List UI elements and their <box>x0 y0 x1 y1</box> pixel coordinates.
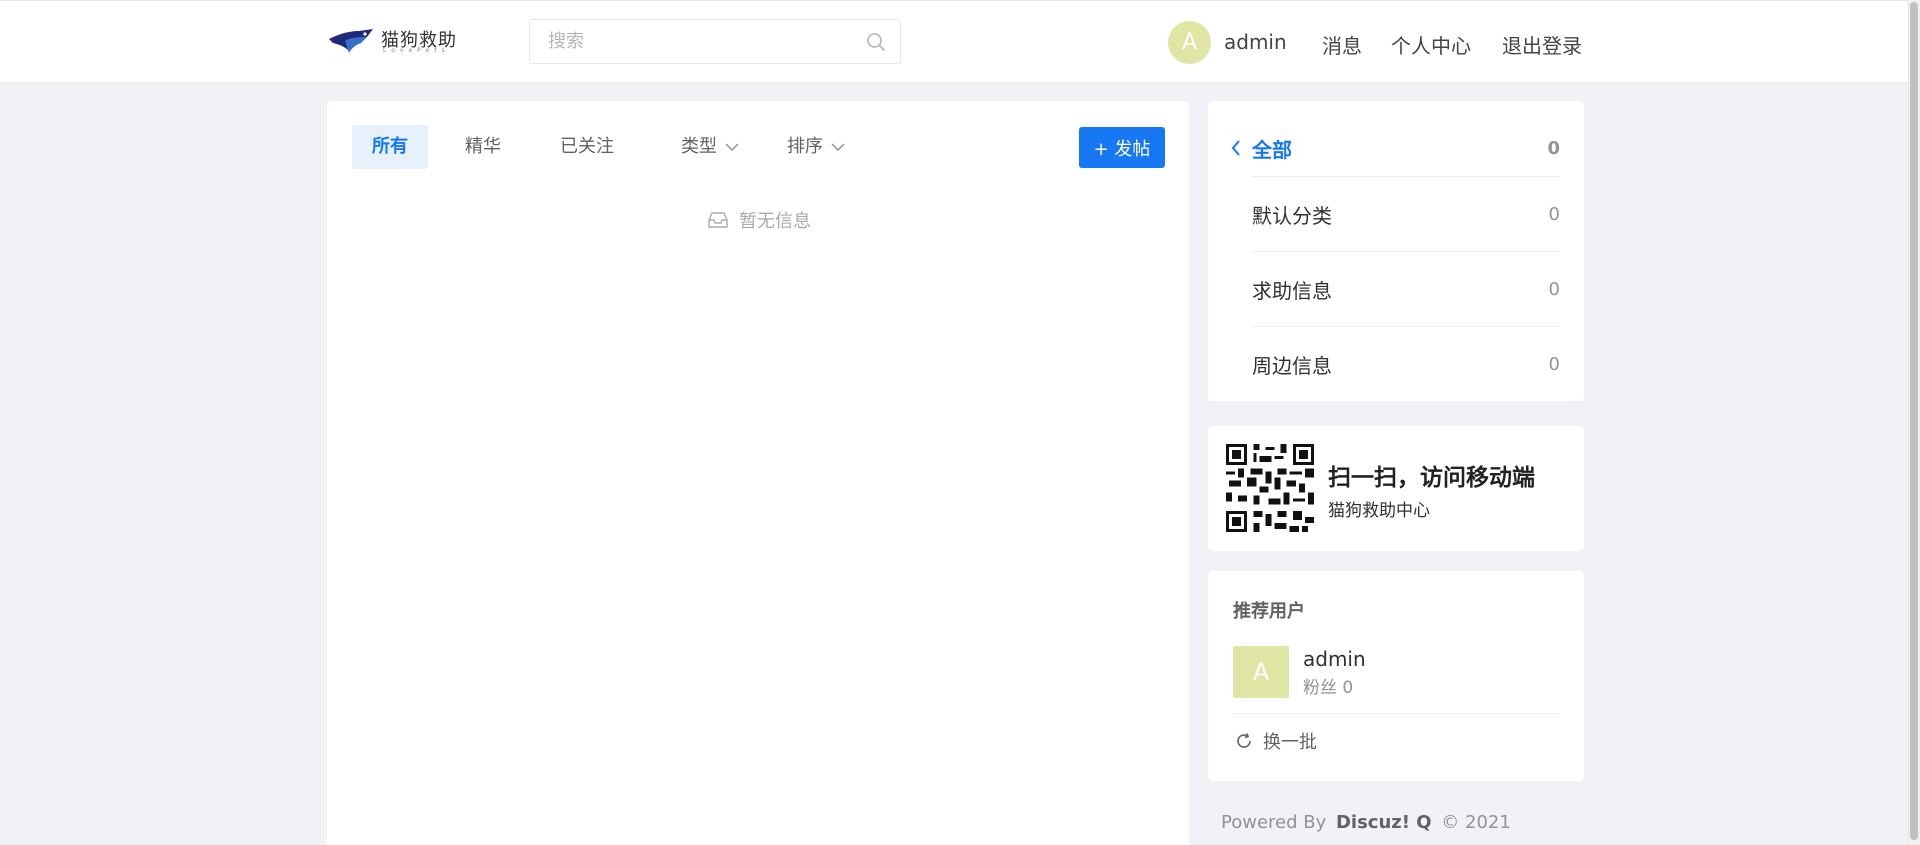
nav-profile[interactable]: 个人中心 <box>1391 30 1471 59</box>
site-logo[interactable]: 猫狗救助 LovePets <box>327 25 472 59</box>
recommended-user-avatar[interactable]: A <box>1233 646 1289 698</box>
top-header: 猫狗救助 LovePets A admin 消息 个人中心 退出登录 <box>0 0 1908 82</box>
qr-card: 扫一扫，访问移动端 猫狗救助中心 <box>1208 426 1584 551</box>
category-all-label: 全部 <box>1252 137 1292 162</box>
chevron-left-icon <box>1231 140 1240 156</box>
footer: Powered By Discuz! Q © 2021 <box>1221 812 1511 833</box>
category-all[interactable]: 全部 0 <box>1230 125 1560 171</box>
nav-messages[interactable]: 消息 <box>1322 30 1362 59</box>
refresh-icon <box>1237 733 1251 748</box>
empty-inbox-icon <box>708 212 728 228</box>
chevron-down-icon <box>725 143 739 152</box>
search-icon[interactable] <box>866 32 886 52</box>
category-item-help[interactable]: 求助信息 0 <box>1252 251 1560 326</box>
recommended-title: 推荐用户 <box>1233 601 1305 622</box>
sort-dropdown[interactable]: 排序 <box>787 125 845 169</box>
qr-subtitle: 猫狗救助中心 <box>1328 501 1430 521</box>
qr-code-icon <box>1226 444 1314 532</box>
category-label: 求助信息 <box>1252 278 1332 303</box>
page: 猫狗救助 LovePets A admin 消息 个人中心 退出登录 所有 精华… <box>0 0 1920 845</box>
type-dropdown[interactable]: 类型 <box>681 125 739 169</box>
footer-brand-link[interactable]: Discuz! Q <box>1336 812 1432 833</box>
post-list-panel: 所有 精华 已关注 类型 排序 + 发帖 暂无信息 <box>327 101 1189 845</box>
category-label: 默认分类 <box>1252 203 1332 228</box>
recommended-user-fans: 粉丝 0 <box>1303 678 1354 698</box>
divider <box>1233 713 1560 714</box>
category-count: 0 <box>1548 278 1560 300</box>
empty-text: 暂无信息 <box>739 211 811 232</box>
recommended-user-name[interactable]: admin <box>1303 647 1366 671</box>
tab-following[interactable]: 已关注 <box>540 125 634 169</box>
category-item-nearby[interactable]: 周边信息 0 <box>1252 326 1560 401</box>
logo-subtitle: LovePets <box>383 47 450 54</box>
empty-state: 暂无信息 <box>707 207 811 233</box>
search-input[interactable] <box>530 20 860 63</box>
category-item-default[interactable]: 默认分类 0 <box>1252 176 1560 251</box>
tab-all[interactable]: 所有 <box>352 125 428 169</box>
chevron-down-icon <box>831 143 845 152</box>
nav-logout[interactable]: 退出登录 <box>1502 30 1582 59</box>
category-count: 0 <box>1548 203 1560 225</box>
logo-icon <box>329 29 373 53</box>
scrollbar-thumb[interactable] <box>1910 2 1918 840</box>
refresh-label: 换一批 <box>1263 732 1317 753</box>
search-box <box>529 19 901 64</box>
username-link[interactable]: admin <box>1224 30 1287 54</box>
category-all-count: 0 <box>1547 137 1560 159</box>
refresh-users-button[interactable]: 换一批 <box>1235 728 1317 754</box>
footer-powered: Powered By <box>1221 812 1327 833</box>
footer-copyright: © 2021 <box>1441 812 1511 833</box>
category-label: 周边信息 <box>1252 353 1332 378</box>
qr-title: 扫一扫，访问移动端 <box>1328 465 1535 491</box>
user-avatar[interactable]: A <box>1168 21 1211 64</box>
new-post-button[interactable]: + 发帖 <box>1079 127 1165 168</box>
tab-featured[interactable]: 精华 <box>445 125 521 169</box>
type-dropdown-label: 类型 <box>681 136 717 157</box>
category-card: 全部 0 默认分类 0 求助信息 0 周边信息 0 <box>1208 101 1584 401</box>
sort-dropdown-label: 排序 <box>787 136 823 157</box>
category-count: 0 <box>1548 353 1560 375</box>
recommended-users-card: 推荐用户 A admin 粉丝 0 换一批 <box>1208 571 1584 781</box>
